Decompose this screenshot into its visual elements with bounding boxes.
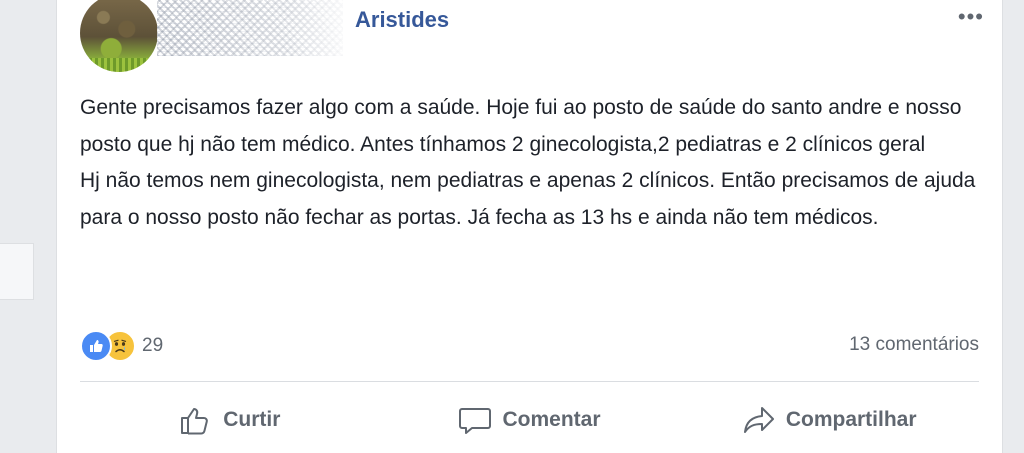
like-button-label: Curtir (223, 408, 281, 431)
author-name[interactable]: Aristides (355, 7, 449, 33)
like-button[interactable]: Curtir (80, 392, 380, 448)
post-card: Aristides ••• Gente precisamos fazer alg… (56, 0, 1003, 453)
avatar-grass (80, 58, 158, 72)
thumbs-up-icon (179, 404, 213, 436)
reactions-summary[interactable]: 29 (80, 330, 163, 362)
post-paragraph: Hj não temos nem ginecologista, nem pedi… (80, 169, 976, 229)
comment-button-label: Comentar (502, 408, 601, 431)
avatar[interactable] (80, 0, 158, 72)
speech-bubble-icon (458, 404, 492, 436)
share-arrow-icon (742, 404, 776, 436)
post-actions-bar: Curtir Comentar Compartilhar (80, 392, 979, 448)
comment-button[interactable]: Comentar (380, 392, 680, 448)
blurred-author-info (157, 0, 343, 56)
share-button-label: Compartilhar (785, 408, 917, 431)
reaction-count: 29 (142, 335, 164, 356)
share-button[interactable]: Compartilhar (679, 392, 979, 448)
comments-count-link[interactable]: 13 comentários (849, 334, 979, 356)
post-paragraph: Gente precisamos fazer algo com a saúde.… (80, 96, 962, 156)
like-icon (80, 330, 112, 362)
more-options-icon[interactable]: ••• (958, 4, 984, 30)
post-text: Gente precisamos fazer algo com a saúde.… (80, 90, 980, 236)
divider (80, 381, 979, 382)
page-background-strip (1003, 0, 1024, 453)
sidebar-fragment (0, 243, 34, 300)
